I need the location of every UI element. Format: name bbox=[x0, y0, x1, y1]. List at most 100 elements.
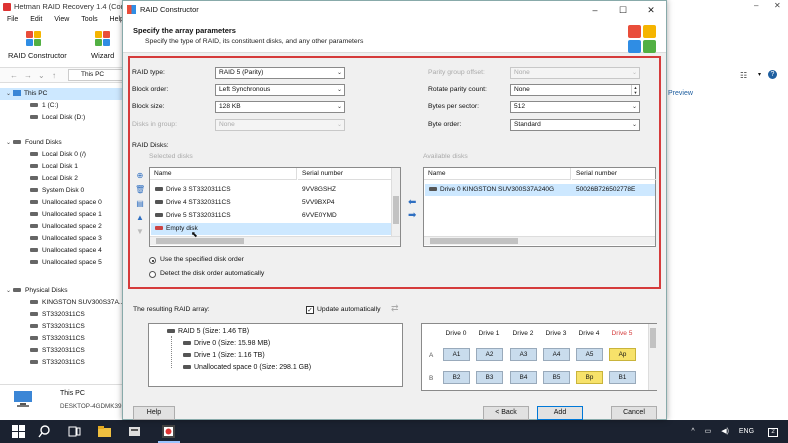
raid-recovery-taskbar-icon[interactable] bbox=[128, 425, 141, 438]
block-order-select[interactable]: Left Synchronous ⌄ bbox=[215, 84, 345, 96]
move-up-icon[interactable]: ▲ bbox=[135, 213, 145, 223]
parity-group-offset-select[interactable]: None ⌄ bbox=[510, 67, 640, 79]
refresh-icon[interactable]: ⇄ bbox=[391, 303, 399, 314]
notification-icon[interactable]: 2 bbox=[768, 428, 778, 437]
raid-constructor-button[interactable]: RAID Constructor bbox=[8, 51, 68, 60]
raid-type-select[interactable]: RAID 5 (Parity) ⌄ bbox=[215, 67, 345, 79]
help-button[interactable]: Help bbox=[133, 406, 175, 420]
byte-order-select[interactable]: Standard ⌄ bbox=[510, 119, 640, 131]
tree-item[interactable]: Local Disk (D:) bbox=[30, 112, 85, 124]
task-view-icon[interactable] bbox=[68, 425, 81, 438]
result-child-node[interactable]: Drive 1 (Size: 1.16 TB) bbox=[183, 350, 265, 362]
back-arrow-icon[interactable]: ← bbox=[10, 71, 18, 80]
view-options-icon[interactable]: ☷ bbox=[740, 71, 750, 80]
menu-view[interactable]: View bbox=[54, 16, 69, 23]
menu-file[interactable]: File bbox=[7, 16, 18, 23]
move-down-icon[interactable]: ▼ bbox=[135, 227, 145, 237]
wizard-button[interactable]: Wizard bbox=[91, 51, 114, 60]
available-disks-list[interactable]: Name Serial number Drive 0 KINGSTON SUV3… bbox=[423, 167, 656, 247]
tree-item[interactable]: ST3320311CS bbox=[30, 357, 85, 369]
hetman-taskbar-icon[interactable] bbox=[162, 425, 175, 438]
delete-disk-icon[interactable]: 🗑 bbox=[135, 185, 145, 195]
language-indicator[interactable]: ENG bbox=[739, 428, 754, 435]
move-right-arrow-icon[interactable]: ➡ bbox=[408, 210, 416, 221]
vertical-scrollbar[interactable] bbox=[648, 324, 657, 390]
up-arrow-icon[interactable]: ↑ bbox=[52, 71, 56, 80]
tree-item[interactable]: ST3320311CS bbox=[30, 345, 85, 357]
wizard-icon[interactable] bbox=[95, 31, 111, 47]
menu-tools[interactable]: Tools bbox=[81, 16, 97, 23]
table-row[interactable]: Drive 5 ST3320311CS 6VVE0YMD bbox=[151, 210, 391, 222]
add-button[interactable]: Add bbox=[537, 406, 583, 420]
tree-item[interactable]: Local Disk 2 bbox=[30, 173, 78, 185]
tree-item[interactable]: KINGSTON SUV300S37A... bbox=[30, 297, 124, 309]
tree-item[interactable]: ST3320311CS bbox=[30, 333, 85, 345]
tree-item[interactable]: Unallocated space 0 bbox=[30, 197, 102, 209]
tree-item[interactable]: 1 (C:) bbox=[30, 100, 58, 112]
maximize-icon[interactable]: ☐ bbox=[609, 3, 637, 17]
move-left-arrow-icon[interactable]: ⬅ bbox=[408, 197, 416, 208]
forward-arrow-icon[interactable]: → bbox=[24, 71, 32, 80]
tree-item[interactable]: System Disk 0 bbox=[30, 185, 84, 197]
rotate-parity-count-spinner[interactable]: None ▲ ▼ bbox=[510, 84, 640, 96]
tree-item[interactable]: ST3320311CS bbox=[30, 321, 85, 333]
disks-in-group-select[interactable]: None ⌄ bbox=[215, 119, 345, 131]
detect-order-radio[interactable] bbox=[149, 271, 156, 278]
add-disk-icon[interactable]: ⊕ bbox=[135, 171, 145, 181]
result-raid-node[interactable]: RAID 5 (Size: 1.46 TB) bbox=[167, 326, 249, 338]
selected-disks-list[interactable]: Name Serial number Drive 3 ST3320311CS 9V… bbox=[149, 167, 401, 247]
column-serial[interactable]: Serial number bbox=[298, 168, 392, 180]
cancel-button[interactable]: Cancel bbox=[611, 406, 657, 420]
tree-found-disks[interactable]: ⌄ Found Disks bbox=[6, 137, 62, 149]
tree-physical-disks[interactable]: ⌄ Physical Disks bbox=[6, 285, 68, 297]
close-icon[interactable]: ✕ bbox=[774, 1, 781, 10]
minimize-icon[interactable]: – bbox=[581, 3, 609, 17]
horizontal-scrollbar[interactable] bbox=[150, 236, 400, 245]
table-row-selected[interactable]: Empty disk bbox=[151, 223, 391, 235]
network-icon[interactable]: ▭ bbox=[705, 428, 712, 435]
horizontal-scrollbar[interactable] bbox=[424, 236, 655, 245]
column-name[interactable]: Name bbox=[150, 168, 297, 180]
tree-item[interactable]: Unallocated space 3 bbox=[30, 233, 102, 245]
dropdown-arrow-icon[interactable]: ⌄ bbox=[38, 71, 45, 80]
result-child-node[interactable]: Unallocated space 0 (Size: 298.1 GB) bbox=[183, 362, 311, 374]
close-icon[interactable]: ✕ bbox=[637, 3, 665, 17]
column-name[interactable]: Name bbox=[424, 168, 571, 180]
table-row[interactable]: Drive 3 ST3320311CS 9VV8GSHZ bbox=[151, 184, 391, 196]
result-child-node[interactable]: Drive 0 (Size: 15.98 MB) bbox=[183, 338, 270, 350]
disk-properties-icon[interactable]: ▤ bbox=[135, 199, 145, 209]
tree-item[interactable]: Unallocated space 5 bbox=[30, 257, 102, 269]
column-serial[interactable]: Serial number bbox=[572, 168, 656, 180]
spinner-arrows-icon[interactable]: ▲ ▼ bbox=[631, 85, 639, 95]
tree-item[interactable]: ST3320311CS bbox=[30, 309, 85, 321]
tray-up-icon[interactable]: ^ bbox=[691, 428, 694, 435]
minimize-icon[interactable]: – bbox=[754, 1, 758, 10]
tree-item[interactable]: Local Disk 0 (/) bbox=[30, 149, 86, 161]
tree-item[interactable]: Unallocated space 2 bbox=[30, 221, 102, 233]
bytes-per-sector-select[interactable]: 512 ⌄ bbox=[510, 101, 640, 113]
preview-tab[interactable]: Preview bbox=[668, 90, 693, 97]
menu-edit[interactable]: Edit bbox=[30, 16, 42, 23]
expand-icon[interactable]: ⌄ bbox=[6, 88, 13, 100]
update-automatically-checkbox[interactable]: ✓ bbox=[306, 306, 314, 314]
tree-item[interactable]: Unallocated space 1 bbox=[30, 209, 102, 221]
chevron-down-icon[interactable]: ▾ bbox=[758, 71, 761, 78]
tree-this-pc[interactable]: ⌄ This PC bbox=[6, 88, 47, 100]
block-size-select[interactable]: 128 KB ⌄ bbox=[215, 101, 345, 113]
raid-constructor-icon[interactable] bbox=[26, 31, 42, 47]
tree-item[interactable]: Unallocated space 4 bbox=[30, 245, 102, 257]
table-row-selected[interactable]: Drive 0 KINGSTON SUV300S37A240G 50026B726… bbox=[425, 184, 655, 196]
table-row[interactable]: Drive 4 ST3320311CS 5VV9BXP4 bbox=[151, 197, 391, 209]
windows-start-icon[interactable] bbox=[12, 425, 25, 438]
vertical-scrollbar[interactable] bbox=[391, 168, 400, 236]
tree-item[interactable]: Local Disk 1 bbox=[30, 161, 78, 173]
back-button[interactable]: < Back bbox=[483, 406, 529, 420]
use-specified-order-radio[interactable] bbox=[149, 257, 156, 264]
search-icon[interactable] bbox=[38, 425, 51, 438]
expand-icon[interactable]: ⌄ bbox=[6, 285, 13, 297]
volume-icon[interactable]: ◀) bbox=[721, 428, 729, 435]
help-icon[interactable]: ? bbox=[768, 70, 777, 79]
expand-icon[interactable]: ⌄ bbox=[6, 137, 13, 149]
file-explorer-icon[interactable] bbox=[98, 425, 111, 438]
address-bar[interactable]: This PC bbox=[68, 69, 124, 81]
